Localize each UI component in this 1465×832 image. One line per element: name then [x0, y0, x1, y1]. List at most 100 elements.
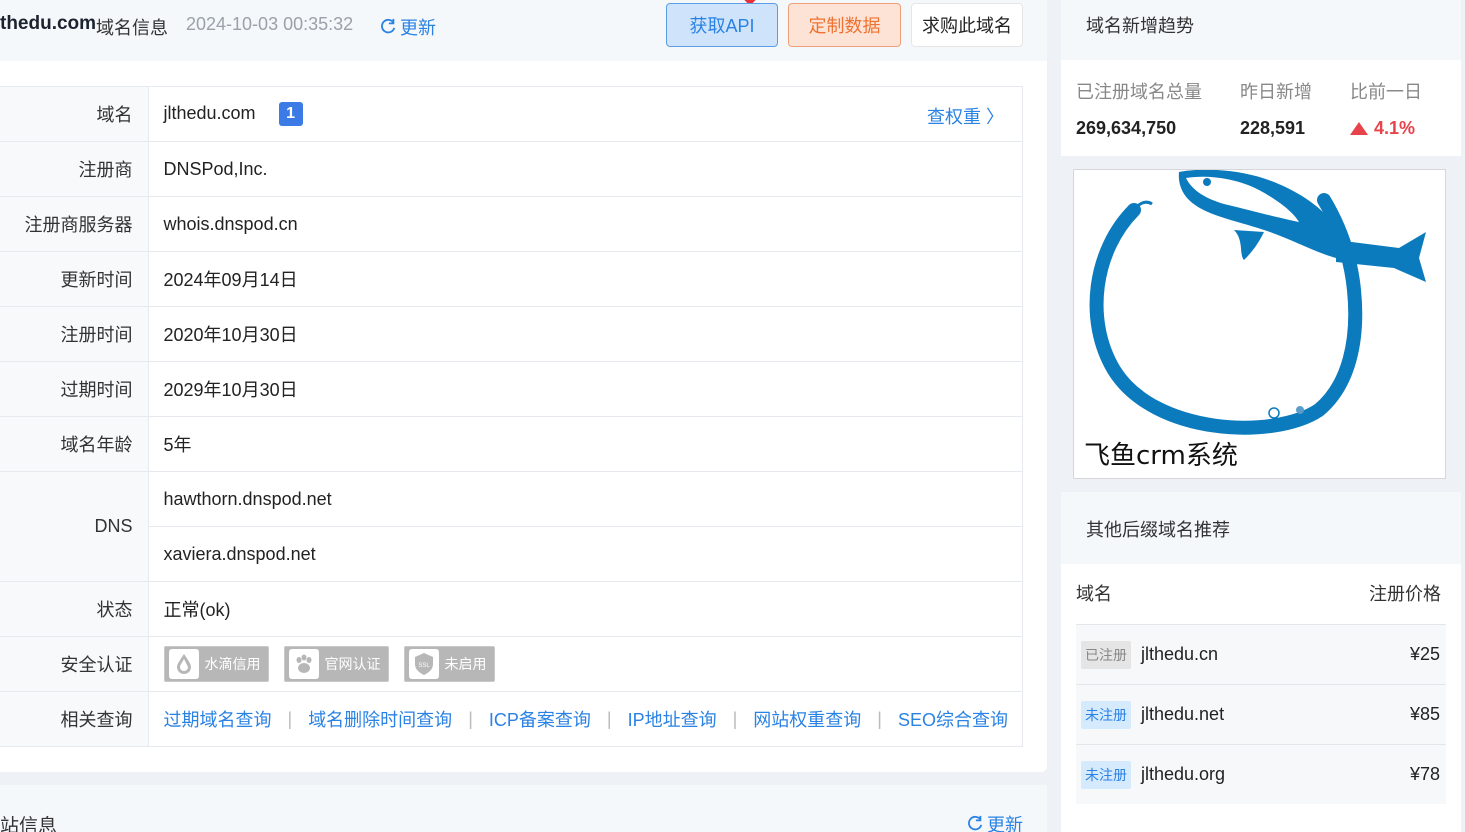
trend-stats: 已注册域名总量 269,634,750 昨日新增 228,591 比前一日 4.…: [1076, 78, 1460, 139]
card-header: thedu.com 域名信息 2024-10-03 00:35:32 更新 获取…: [0, 0, 1047, 61]
header-timestamp: 2024-10-03 00:35:32: [186, 14, 354, 34]
stat-yesterday: 昨日新增 228,591: [1240, 78, 1312, 139]
table-row: 域名 jlthedu.com 1 查权重 〉: [0, 86, 1023, 142]
divider: |: [606, 708, 612, 729]
row-key: 更新时间: [0, 251, 149, 307]
unregistered-tag: 未注册: [1081, 700, 1131, 729]
fish-logo-icon: [1089, 170, 1426, 435]
rank-badge: 1: [278, 102, 303, 126]
table-row: DNS hawthorn.dnspod.net: [0, 471, 1023, 582]
dns-value-1: hawthorn.dnspod.net: [148, 471, 1023, 527]
row-key: 域名: [0, 86, 149, 142]
ssl-shield-icon: SSL: [408, 649, 439, 679]
rec-price: ¥25: [1409, 644, 1440, 664]
rec-price: ¥78: [1409, 764, 1440, 784]
list-item[interactable]: 未注册 jlthedu.net ¥85: [1076, 684, 1446, 744]
badge-label: 官网认证: [324, 656, 381, 672]
stat-total: 已注册域名总量 269,634,750: [1076, 78, 1202, 139]
buy-domain-button[interactable]: 求购此域名: [911, 3, 1023, 47]
created-value: 2020年10月30日: [148, 306, 1023, 362]
stat-label: 昨日新增: [1240, 82, 1312, 102]
divider: |: [287, 708, 293, 729]
expired-domain-link[interactable]: 过期域名查询: [164, 706, 272, 732]
check-weight-link[interactable]: 查权重 〉: [927, 103, 1004, 129]
stat-change-value: 4.1%: [1350, 118, 1422, 139]
row-key: 过期时间: [0, 361, 149, 417]
delete-time-link[interactable]: 域名删除时间查询: [308, 706, 452, 732]
page: thedu.com 域名信息 2024-10-03 00:35:32 更新 获取…: [0, 0, 1465, 832]
list-item[interactable]: 已注册 jlthedu.cn ¥25: [1076, 624, 1446, 684]
row-key: 相关查询: [0, 691, 149, 747]
row-key: 注册商服务器: [0, 196, 149, 252]
site-info-title: 站信息: [0, 816, 58, 832]
unregistered-tag: 未注册: [1081, 760, 1131, 789]
water-drop-icon: [168, 649, 199, 679]
icp-link[interactable]: ICP备案查询: [489, 706, 591, 732]
paw-icon: [288, 649, 319, 679]
official-cert-badge[interactable]: 官网认证: [283, 646, 389, 682]
row-key: 安全认证: [0, 636, 149, 692]
dns-value-2: xaviera.dnspod.net: [148, 526, 1023, 582]
domain-info-card: thedu.com 域名信息 2024-10-03 00:35:32 更新 获取…: [0, 0, 1047, 772]
expires-value: 2029年10月30日: [148, 361, 1023, 417]
domain-info-table: 域名 jlthedu.com 1 查权重 〉 注册商 DNSPod,Inc. 注…: [0, 86, 1023, 747]
stat-label: 已注册域名总量: [1076, 82, 1202, 102]
rec-domain: jlthedu.net: [1141, 704, 1225, 724]
refresh-label: 更新: [987, 815, 1023, 832]
recommend-card: 其他后缀域名推荐 域名 注册价格 已注册 jlthedu.cn ¥25 未注册 …: [1061, 492, 1461, 832]
refresh-link[interactable]: 更新: [379, 14, 436, 40]
rec-domain: jlthedu.org: [1141, 764, 1226, 784]
table-row: 注册商 DNSPod,Inc.: [0, 141, 1023, 197]
get-api-button[interactable]: 获取API: [666, 3, 778, 47]
arrow-up-icon: [1350, 122, 1368, 135]
table-row: 注册时间 2020年10月30日: [0, 306, 1023, 362]
ssl-badge[interactable]: SSL 未启用: [403, 646, 495, 682]
table-row: 更新时间 2024年09月14日: [0, 251, 1023, 307]
seo-link[interactable]: SEO综合查询: [898, 706, 1008, 732]
row-key: DNS: [0, 471, 149, 582]
ad-caption: 飞鱼crm系统: [1084, 441, 1238, 471]
stat-value: 228,591: [1240, 118, 1306, 138]
left-column: thedu.com 域名信息 2024-10-03 00:35:32 更新 获取…: [0, 0, 1047, 832]
stat-label: 比前一日: [1350, 82, 1422, 102]
table-row: 注册商服务器 whois.dnspod.cn: [0, 196, 1023, 252]
divider: |: [468, 708, 473, 729]
trend-title: 域名新增趋势: [1061, 0, 1461, 60]
security-badges: 水滴信用 官网认证 SSL 未启用: [163, 646, 1023, 682]
list-item[interactable]: 未注册 jlthedu.org ¥78: [1076, 744, 1446, 804]
row-key: 注册时间: [0, 306, 149, 362]
row-key: 注册商: [0, 141, 149, 197]
divider: |: [732, 708, 738, 729]
site-refresh-link[interactable]: 更新: [966, 811, 1023, 832]
registered-tag: 已注册: [1081, 640, 1131, 669]
domain-value: jlthedu.com: [163, 102, 256, 123]
rec-price: ¥85: [1409, 704, 1440, 724]
domain-trend-card: 域名新增趋势 已注册域名总量 269,634,750 昨日新增 228,591 …: [1061, 0, 1461, 156]
related-links: 过期域名查询 | 域名删除时间查询 | ICP备案查询 | IP地址查询 | 网…: [164, 706, 1023, 732]
ip-link[interactable]: IP地址查询: [628, 706, 717, 732]
row-key: 域名年龄: [0, 416, 149, 472]
recommend-table-header: 域名 注册价格: [1061, 564, 1461, 624]
recommend-title: 其他后缀域名推荐: [1061, 492, 1461, 564]
refresh-label: 更新: [400, 18, 436, 38]
water-credit-badge[interactable]: 水滴信用: [163, 646, 269, 682]
ad-banner[interactable]: 飞鱼crm系统: [1073, 169, 1446, 479]
updated-value: 2024年09月14日: [148, 251, 1023, 307]
col-domain: 域名: [1076, 584, 1112, 604]
row-key: 状态: [0, 581, 149, 637]
refresh-icon: [968, 815, 983, 831]
header-domain: thedu.com: [0, 13, 97, 34]
custom-data-button[interactable]: 定制数据: [788, 3, 901, 47]
rec-domain: jlthedu.cn: [1141, 644, 1219, 664]
divider: |: [877, 708, 882, 729]
stat-value: 269,634,750: [1076, 118, 1177, 138]
header-label: 域名信息: [96, 18, 168, 38]
col-price: 注册价格: [1369, 584, 1441, 604]
status-value: 正常(ok): [148, 581, 1023, 637]
table-row: 状态 正常(ok): [0, 581, 1023, 637]
site-weight-link[interactable]: 网站权重查询: [753, 706, 861, 732]
badge-label: 未启用: [444, 656, 487, 672]
badge-label: 水滴信用: [204, 656, 261, 672]
table-row: 域名年龄 5年: [0, 416, 1023, 472]
stat-change: 比前一日 4.1%: [1350, 78, 1422, 139]
